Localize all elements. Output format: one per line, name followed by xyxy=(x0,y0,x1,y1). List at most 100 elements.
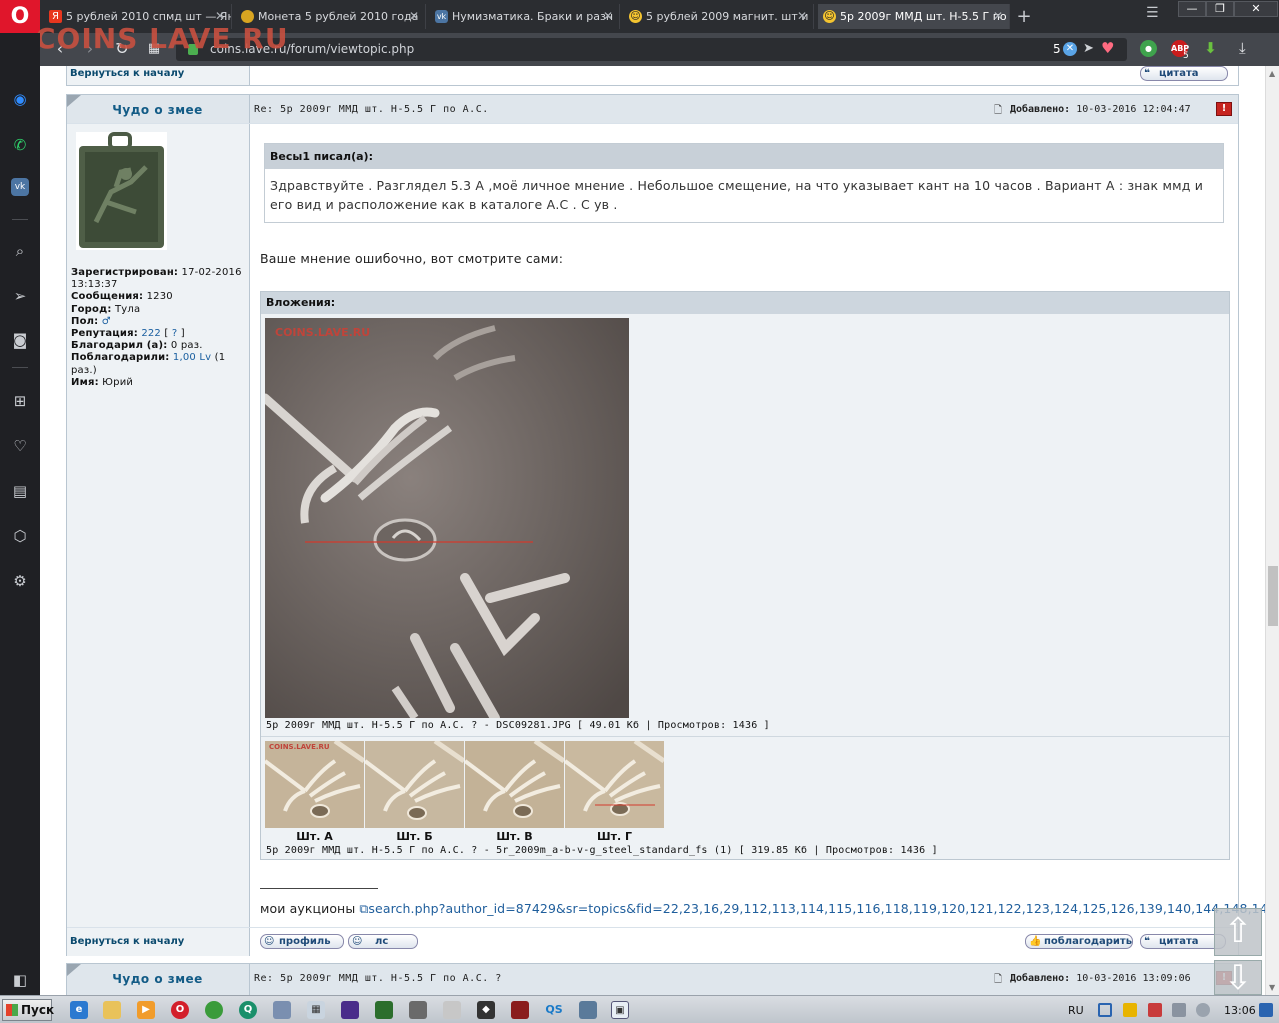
users-icon: ☺ xyxy=(352,936,363,947)
thumbnail-a-photo: COINS.LAVE.RU xyxy=(265,741,364,828)
user-tray-icon[interactable] xyxy=(1123,1003,1137,1017)
thumbnail-g[interactable] xyxy=(565,741,664,828)
thumbnail-label: Шт. Б xyxy=(396,830,433,843)
language-indicator[interactable]: RU xyxy=(1068,1004,1084,1017)
url-field[interactable]: coins.lave.ru/forum/viewtopic.php xyxy=(176,38,1127,61)
send-icon[interactable]: ➤ xyxy=(1083,41,1094,56)
volume-icon[interactable] xyxy=(1196,1003,1210,1017)
heart-icon[interactable]: ♥ xyxy=(1101,39,1114,57)
scroll-down-arrow-icon[interactable]: ⇩ xyxy=(1214,960,1262,995)
disc-icon[interactable] xyxy=(443,1001,461,1019)
vk-sidebar-icon[interactable]: vk xyxy=(11,178,29,196)
tab-vk[interactable]: vk Нумизматика. Браки и разн ✕ xyxy=(430,4,620,29)
flow-send-icon[interactable]: ➢ xyxy=(8,284,32,308)
messenger-icon[interactable]: ◉ xyxy=(8,87,32,111)
extensions-cube-icon[interactable]: ⬡ xyxy=(8,524,32,548)
back-to-top-link[interactable]: Вернуться к началу xyxy=(70,936,184,947)
thanked-by-link[interactable]: 1,00 Lv xyxy=(173,352,211,363)
screen: O Я 5 рублей 2010 спмд шт — Ян ✕ Монета … xyxy=(0,0,1279,1023)
coin-macro-photo: COINS.LAVE.RU xyxy=(265,318,629,718)
message-text: Ваше мнение ошибочно, вот смотрите сами: xyxy=(260,251,564,266)
downloads-icon[interactable]: ⤓ xyxy=(1239,39,1246,57)
next-post-author[interactable]: Чудо о змее xyxy=(67,972,248,986)
download-extension-icon[interactable]: ⬇ xyxy=(1202,40,1219,57)
speed-dial-grid-icon[interactable]: ⊞ xyxy=(8,389,32,413)
active-window-icon[interactable]: ▣ xyxy=(611,1001,629,1019)
bookmarks-heart-icon[interactable]: ♡ xyxy=(8,434,32,458)
avatar[interactable] xyxy=(76,132,167,250)
sidebar-separator xyxy=(12,219,28,220)
quote-button[interactable]: ❝ цитата xyxy=(1140,66,1228,81)
windows-taskbar: Пуск e ▶ O Q ▦ ◆ QS ▣ RU 13:06 xyxy=(0,995,1279,1023)
blocked-count: 5 xyxy=(1053,42,1061,56)
thumbnail-a[interactable]: COINS.LAVE.RU xyxy=(265,741,364,828)
internet-explorer-icon[interactable]: e xyxy=(70,1001,88,1019)
report-icon[interactable]: ! xyxy=(1216,102,1232,116)
thumbnail-v[interactable] xyxy=(465,741,564,828)
screen-capture-icon[interactable] xyxy=(1098,1003,1112,1017)
thank-button[interactable]: 👍 поблагодарить xyxy=(1025,934,1133,949)
reputation-link[interactable]: 222 xyxy=(141,328,161,339)
security-tray-icon[interactable] xyxy=(1148,1003,1162,1017)
red-app-icon[interactable] xyxy=(511,1001,529,1019)
window-close-button[interactable]: ✕ xyxy=(1234,1,1278,17)
news-icon[interactable]: ▤ xyxy=(8,479,32,503)
post-document-icon: 🗋 xyxy=(994,974,1003,985)
stripes-app-icon[interactable] xyxy=(375,1001,393,1019)
attachments-header: Вложения: xyxy=(261,292,1229,314)
tab-current[interactable]: ☺ 5р 2009г ММД шт. Н-5.5 Г по ✕ xyxy=(818,4,1010,29)
opera-logo-icon[interactable]: O xyxy=(0,0,40,33)
q-app-icon[interactable]: Q xyxy=(239,1001,257,1019)
close-icon[interactable]: ✕ xyxy=(409,4,419,29)
whatsapp-icon[interactable]: ✆ xyxy=(8,133,32,157)
adblock-x-icon[interactable]: ✕ xyxy=(1063,42,1077,56)
thumbnail-label: Шт. Г xyxy=(597,830,632,843)
post-title[interactable]: Re: 5р 2009г ММД шт. Н-5.5 Г по А.С. xyxy=(254,104,489,115)
sidebar-toggle-icon[interactable]: ◧ xyxy=(8,968,32,992)
maximize-button[interactable]: ❐ xyxy=(1206,1,1234,17)
previous-post-footer: Вернуться к началу ❝ цитата xyxy=(66,66,1239,86)
back-to-top-link[interactable]: Вернуться к началу xyxy=(70,68,184,79)
tools-icon[interactable] xyxy=(409,1001,427,1019)
tab-magnet[interactable]: ☺ 5 рублей 2009 магнит. шт и ✕ xyxy=(624,4,814,29)
calculator-icon[interactable]: ▦ xyxy=(307,1001,325,1019)
show-desktop-icon[interactable] xyxy=(1259,1003,1273,1017)
reputation-help-link[interactable]: ? xyxy=(172,328,178,339)
network-tool-icon[interactable] xyxy=(579,1001,597,1019)
private-message-button[interactable]: ☺ лс xyxy=(348,934,418,949)
close-icon[interactable]: ✕ xyxy=(993,4,1003,29)
thumbnail-label: Шт. В xyxy=(496,830,533,843)
qs-app-icon[interactable]: QS xyxy=(545,1001,563,1019)
tab-menu-icon[interactable]: ☰ xyxy=(1146,5,1159,21)
document-app-icon[interactable] xyxy=(341,1001,359,1019)
minimize-button[interactable]: — xyxy=(1178,1,1206,17)
scroll-up-arrow-icon[interactable]: ⇧ xyxy=(1214,908,1262,956)
opera-taskbar-icon[interactable]: O xyxy=(171,1001,189,1019)
auctions-link[interactable]: search.php?author_id=87429&sr=topics&fid… xyxy=(368,901,1265,916)
forum-post: Чудо о змее Re: 5р 2009г ММД шт. Н-5.5 Г… xyxy=(66,94,1265,956)
thumbnail-b[interactable] xyxy=(365,741,464,828)
scroll-up-icon[interactable]: ▲ xyxy=(1269,69,1275,78)
globe-icon[interactable] xyxy=(205,1001,223,1019)
start-button[interactable]: Пуск xyxy=(2,999,54,1021)
settings-gear-icon[interactable]: ⚙ xyxy=(8,569,32,593)
search-icon[interactable]: ⌕ xyxy=(8,239,32,263)
explorer-folder-icon[interactable] xyxy=(103,1001,121,1019)
post-author[interactable]: Чудо о змее xyxy=(67,103,248,117)
scroll-down-icon[interactable]: ▼ xyxy=(1269,983,1275,992)
scrollbar-thumb[interactable] xyxy=(1268,566,1278,626)
image-viewer-icon[interactable] xyxy=(273,1001,291,1019)
page-scrollbar[interactable]: ▲ ▼ xyxy=(1265,66,1279,995)
next-post-title[interactable]: Re: 5р 2009г ММД шт. Н-5.5 Г по А.С. ? xyxy=(254,973,502,984)
new-tab-button[interactable]: + xyxy=(1014,4,1034,29)
close-icon[interactable]: ✕ xyxy=(797,4,807,29)
profile-button[interactable]: ☺ профиль xyxy=(260,934,344,949)
diamond-app-icon[interactable]: ◆ xyxy=(477,1001,495,1019)
close-icon[interactable]: ✕ xyxy=(603,4,613,29)
coin-closeup-image[interactable]: COINS.LAVE.RU xyxy=(265,318,629,718)
camera-icon[interactable]: ◙ xyxy=(8,328,32,352)
network-tray-icon[interactable] xyxy=(1172,1003,1186,1017)
media-player-icon[interactable]: ▶ xyxy=(137,1001,155,1019)
thumbnail-b-photo xyxy=(365,741,464,828)
vpn-extension-icon[interactable]: ● xyxy=(1140,40,1157,57)
